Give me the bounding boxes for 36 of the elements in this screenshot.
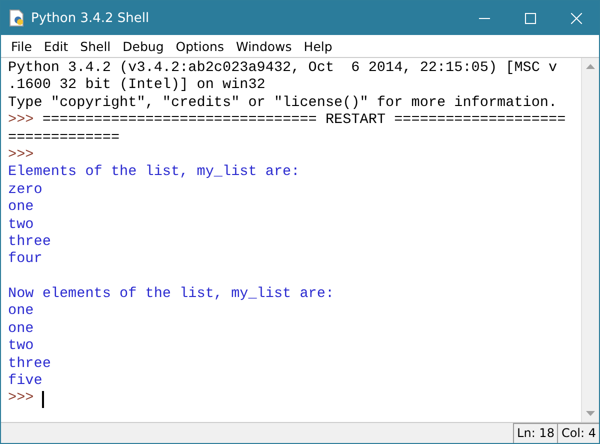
- column-indicator: Col: 4: [557, 423, 599, 443]
- prompt: >>>: [8, 390, 34, 408]
- info-line: =============: [8, 130, 120, 147]
- prompt: >>>: [8, 112, 34, 130]
- info-line: Type "copyright", "credits" or "license()" for more information.: [8, 94, 558, 112]
- scroll-up-icon: [586, 64, 595, 69]
- menu-item[interactable]: Options: [170, 38, 230, 54]
- menu-item[interactable]: Debug: [116, 38, 170, 54]
- scroll-down-icon: [586, 411, 595, 416]
- output-line: zero: [8, 182, 42, 200]
- line-indicator: Ln: 18: [513, 423, 558, 443]
- menu-item[interactable]: Help: [298, 38, 338, 54]
- output-line: one: [8, 199, 34, 217]
- close-icon: [570, 12, 582, 24]
- prompt: >>>: [8, 146, 34, 164]
- output-line: two: [8, 216, 34, 234]
- output-line: three: [8, 356, 51, 374]
- menu-item[interactable]: Edit: [38, 38, 74, 54]
- python-file-icon: [9, 9, 25, 27]
- scrollbar[interactable]: [581, 58, 599, 422]
- menu-item[interactable]: File: [5, 38, 38, 54]
- menu-item[interactable]: Windows: [230, 38, 298, 54]
- output-line: Now elements of the list, my_list are:: [8, 286, 334, 304]
- output-line: two: [8, 338, 34, 356]
- restart-line: ================================ RESTART ====================: [42, 112, 566, 130]
- output-line: five: [8, 373, 42, 390]
- maximize-icon: [524, 12, 536, 24]
- output-line: one: [8, 320, 34, 338]
- info-line: Python 3.4.2 (v3.4.2:ab2c023a9432, Oct 6 2014, 22:15:05) [MSC v: [8, 60, 558, 78]
- window-title: Python 3.4.2 Shell: [31, 10, 150, 26]
- output-line: three: [8, 234, 51, 252]
- output-line: four: [8, 251, 42, 269]
- info-line: .1600 32 bit (Intel)] on win32: [8, 77, 266, 95]
- output-line: one: [8, 303, 34, 321]
- output-line: Elements of the list, my_list are:: [8, 164, 300, 182]
- menu-item[interactable]: Shell: [74, 38, 117, 54]
